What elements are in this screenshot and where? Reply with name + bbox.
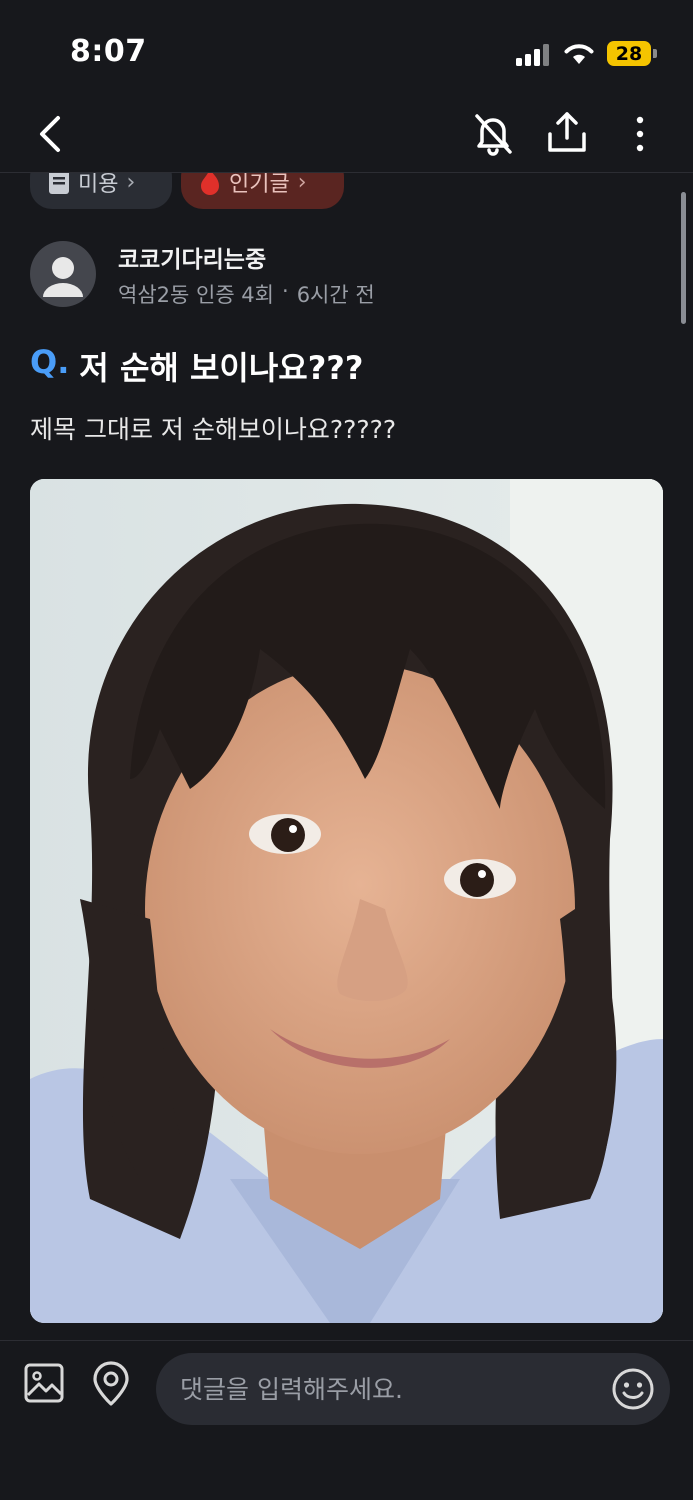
comment-bar — [0, 1341, 693, 1500]
post-title: Q. 저 순해 보이나요??? — [30, 343, 363, 389]
post-title-text: 저 순해 보이나요??? — [79, 349, 364, 387]
battery-icon: 28 — [607, 41, 657, 66]
post-time: 6시간 전 — [296, 283, 375, 307]
chevron-left-icon[interactable] — [28, 110, 72, 158]
user-icon — [43, 257, 83, 297]
post-detail-screen: 8:07 28 미용 › 인기글 › 코코기다리는중 역삼2동 인증 4회 · … — [0, 0, 693, 1500]
selfie-photo-image — [30, 479, 663, 1323]
more-vertical-icon[interactable] — [622, 110, 658, 158]
location-pin-icon[interactable] — [90, 1361, 132, 1407]
location-badge: 역삼2동 인증 4회 — [118, 283, 274, 307]
category-chips: 미용 › 인기글 › — [0, 173, 693, 213]
author-meta: 역삼2동 인증 4회 · 6시간 전 — [118, 279, 375, 309]
chip-beauty-label: 미용 — [78, 173, 119, 197]
post-photo[interactable] — [30, 479, 663, 1323]
question-prefix: Q. — [30, 343, 70, 381]
top-nav-bar — [0, 100, 693, 172]
chevron-right-icon: › — [297, 173, 307, 195]
wifi-icon — [564, 44, 594, 64]
chip-popular[interactable]: 인기글 › — [181, 173, 344, 209]
status-time: 8:07 — [70, 34, 147, 69]
chip-beauty[interactable]: 미용 › — [30, 173, 172, 209]
avatar[interactable] — [30, 241, 96, 307]
battery-level: 28 — [607, 41, 651, 66]
chevron-right-icon: › — [126, 173, 136, 195]
chip-popular-label: 인기글 — [229, 173, 290, 197]
emoji-icon[interactable] — [611, 1367, 655, 1411]
post-body: 제목 그대로 저 순해보이나요????? — [30, 415, 397, 444]
image-icon[interactable] — [24, 1363, 64, 1403]
cellular-signal-icon — [516, 44, 550, 66]
status-bar: 8:07 28 — [0, 0, 693, 100]
scrollbar[interactable] — [681, 192, 686, 324]
bell-off-icon[interactable] — [470, 110, 516, 158]
comment-input[interactable] — [156, 1353, 670, 1425]
meta-separator: · — [282, 279, 289, 303]
document-icon — [49, 173, 69, 194]
author-name[interactable]: 코코기다리는중 — [118, 240, 266, 274]
fire-icon — [201, 173, 219, 195]
share-icon[interactable] — [544, 108, 590, 158]
